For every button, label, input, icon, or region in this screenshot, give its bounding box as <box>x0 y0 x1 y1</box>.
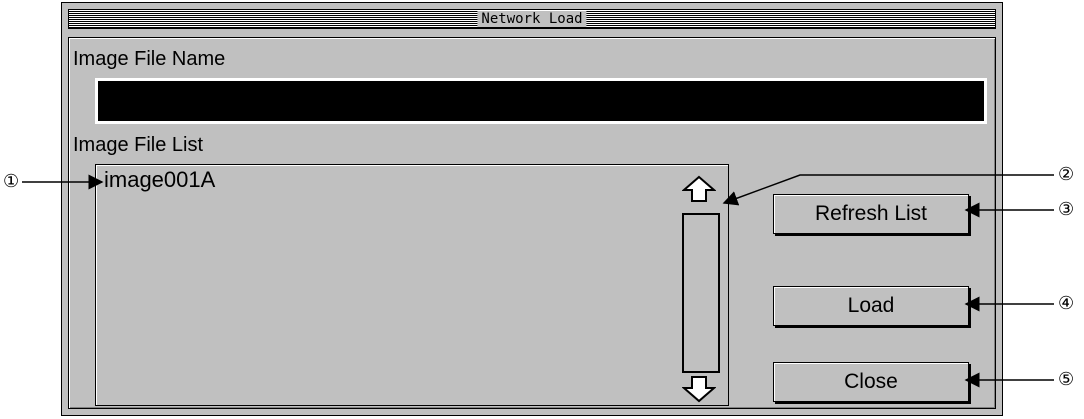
callout-line-2 <box>722 174 1054 206</box>
callout-4: ④ <box>1058 293 1075 314</box>
callout-5: ⑤ <box>1058 369 1075 390</box>
callout-lines <box>22 174 1054 388</box>
callout-2: ② <box>1058 164 1075 185</box>
callout-3: ③ <box>1058 199 1075 220</box>
callout-1: ① <box>3 171 20 192</box>
